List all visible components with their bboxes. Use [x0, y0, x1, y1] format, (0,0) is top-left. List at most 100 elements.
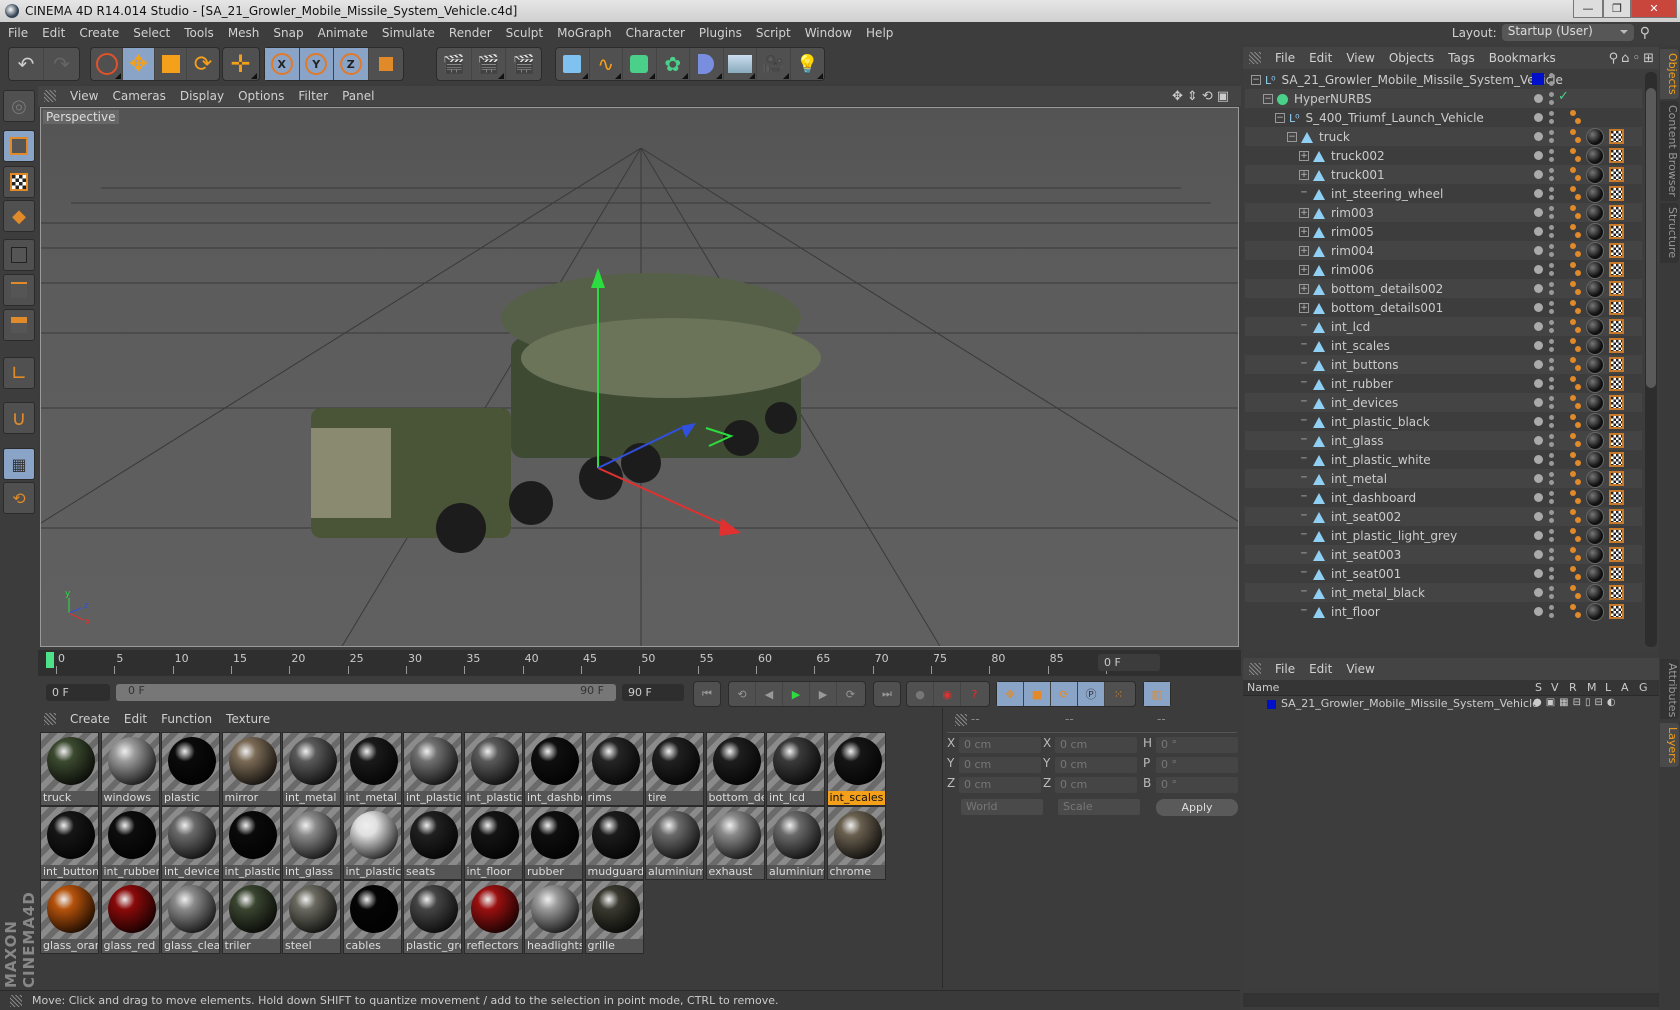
object-name[interactable]: int_seat003: [1331, 548, 1401, 562]
phong-tag-icon[interactable]: [1570, 604, 1576, 610]
workplane-mode-button[interactable]: ◆: [3, 200, 35, 232]
enable-dot-icon[interactable]: [1534, 284, 1543, 293]
recent-tool-button[interactable]: ✛: [223, 48, 258, 80]
phong-tag-icon[interactable]: [1570, 281, 1576, 287]
object-name[interactable]: int_dashboard: [1331, 491, 1416, 505]
object-tags[interactable]: [1568, 184, 1640, 204]
object-tags[interactable]: [1568, 108, 1640, 128]
visibility-toggles[interactable]: [1532, 222, 1558, 242]
visibility-toggles[interactable]: [1532, 450, 1558, 470]
object-name[interactable]: int_steering_wheel: [1331, 187, 1443, 201]
uvw-tag-icon[interactable]: [1609, 148, 1624, 163]
apply-button[interactable]: Apply: [1156, 799, 1238, 816]
object-tags[interactable]: [1568, 526, 1640, 546]
enable-dot-icon[interactable]: [1534, 531, 1543, 540]
autokey-button[interactable]: ◉: [934, 682, 961, 706]
object-name[interactable]: truck001: [1331, 168, 1385, 182]
uvw-tag-icon[interactable]: [1609, 224, 1624, 239]
phong-tag-icon[interactable]: [1570, 376, 1576, 382]
enable-dot-icon[interactable]: [1534, 94, 1543, 103]
visibility-toggles[interactable]: [1532, 526, 1558, 546]
expand-toggle-icon[interactable]: +: [1299, 170, 1309, 180]
visibility-toggles[interactable]: [1532, 317, 1558, 337]
expand-toggle-icon[interactable]: +: [1299, 265, 1309, 275]
object-name[interactable]: int_devices: [1331, 396, 1398, 410]
pos-x-field[interactable]: 0 cm: [959, 737, 1041, 753]
material-tag-icon[interactable]: [1586, 166, 1604, 184]
object-manager-icons[interactable]: ⚲⌂◦⊞: [1609, 51, 1657, 66]
phong-tag-icon[interactable]: [1570, 547, 1576, 553]
enable-dot-icon[interactable]: [1534, 493, 1543, 502]
material-swatch[interactable]: int_plastic_: [403, 732, 462, 806]
add-cube-button[interactable]: [556, 48, 590, 80]
object-tags[interactable]: [1568, 583, 1640, 603]
tab-layers[interactable]: Layers: [1660, 723, 1679, 767]
polygons-mode-button[interactable]: [3, 309, 35, 341]
material-swatch[interactable]: aluminium: [766, 806, 825, 880]
object-tags[interactable]: [1568, 127, 1640, 147]
playhead[interactable]: [46, 652, 54, 668]
timeline-window-button[interactable]: ▥: [1144, 682, 1170, 706]
enable-dot-icon[interactable]: [1534, 417, 1543, 426]
add-light-button[interactable]: 💡: [791, 48, 824, 80]
move-button[interactable]: ✥: [123, 48, 156, 80]
enable-dot-icon[interactable]: [1534, 265, 1543, 274]
material-swatch[interactable]: int_glass: [282, 806, 341, 880]
phong-tag-icon[interactable]: [1570, 167, 1576, 173]
object-menu-objects[interactable]: Objects: [1389, 51, 1434, 65]
column-view[interactable]: V: [1551, 681, 1559, 694]
material-tag-icon[interactable]: [1586, 527, 1604, 545]
next-frame-button[interactable]: ▶: [810, 682, 837, 706]
go-to-end-button[interactable]: ⏭: [874, 682, 900, 706]
phong-tag-icon[interactable]: [1570, 129, 1576, 135]
visibility-toggles[interactable]: [1532, 146, 1558, 166]
object-menu-bookmarks[interactable]: Bookmarks: [1489, 51, 1556, 65]
redo-button[interactable]: ↷: [44, 48, 79, 80]
material-swatch[interactable]: tire: [645, 732, 704, 806]
material-tag-icon[interactable]: [1586, 375, 1604, 393]
phong-tag-icon[interactable]: [1570, 490, 1576, 496]
play-button[interactable]: ▶: [783, 682, 810, 706]
workplane-rotate-button[interactable]: ⟲: [3, 482, 35, 514]
material-swatch[interactable]: cables: [342, 880, 402, 954]
phong-tag-icon[interactable]: [1570, 433, 1576, 439]
phong-tag-icon[interactable]: [1570, 471, 1576, 477]
visibility-toggles[interactable]: [1532, 70, 1558, 90]
live-selection-button[interactable]: [91, 48, 124, 80]
enable-dot-icon[interactable]: [1534, 436, 1543, 445]
menu-edit[interactable]: Edit: [42, 26, 65, 40]
viewport-nav-icons[interactable]: ✥⇕⟲▣: [1172, 89, 1233, 104]
object-tags[interactable]: [1568, 374, 1640, 394]
phong-tag-icon[interactable]: [1570, 243, 1576, 249]
uvw-tag-icon[interactable]: [1609, 395, 1624, 410]
material-tag-icon[interactable]: [1586, 147, 1604, 165]
phong-tag-icon[interactable]: [1570, 148, 1576, 154]
visibility-toggles[interactable]: [1532, 602, 1558, 622]
visibility-toggles[interactable]: [1532, 431, 1558, 451]
layout-dropdown[interactable]: Startup (User): [1501, 24, 1634, 41]
material-tag-icon[interactable]: [1586, 546, 1604, 564]
undo-button[interactable]: ↶: [9, 48, 44, 80]
object-tags[interactable]: [1568, 165, 1640, 185]
layer-menu-file[interactable]: File: [1275, 662, 1295, 676]
material-swatch[interactable]: reflectors: [463, 880, 523, 954]
pos-z-field[interactable]: 0 cm: [959, 777, 1041, 793]
material-swatch[interactable]: plastic_gre: [403, 880, 462, 954]
uvw-tag-icon[interactable]: [1609, 357, 1624, 372]
phong-tag-icon[interactable]: [1570, 110, 1576, 116]
object-tags[interactable]: [1568, 298, 1640, 318]
object-tags[interactable]: [1568, 260, 1640, 280]
expand-toggle-icon[interactable]: −: [1263, 94, 1273, 104]
visibility-toggles[interactable]: [1532, 279, 1558, 299]
phong-tag-icon[interactable]: [1570, 319, 1576, 325]
material-swatch[interactable]: exhaust: [705, 806, 765, 880]
add-nurbs-button[interactable]: [623, 48, 657, 80]
menu-plugins[interactable]: Plugins: [699, 26, 742, 40]
material-tag-icon[interactable]: [1586, 261, 1604, 279]
phong-tag-icon[interactable]: [1570, 186, 1576, 192]
visibility-toggles[interactable]: [1532, 184, 1558, 204]
expand-toggle-icon[interactable]: +: [1299, 208, 1309, 218]
enable-dot-icon[interactable]: [1534, 189, 1543, 198]
add-camera-button[interactable]: 🎥: [757, 48, 791, 80]
material-swatch[interactable]: steel: [282, 880, 341, 954]
